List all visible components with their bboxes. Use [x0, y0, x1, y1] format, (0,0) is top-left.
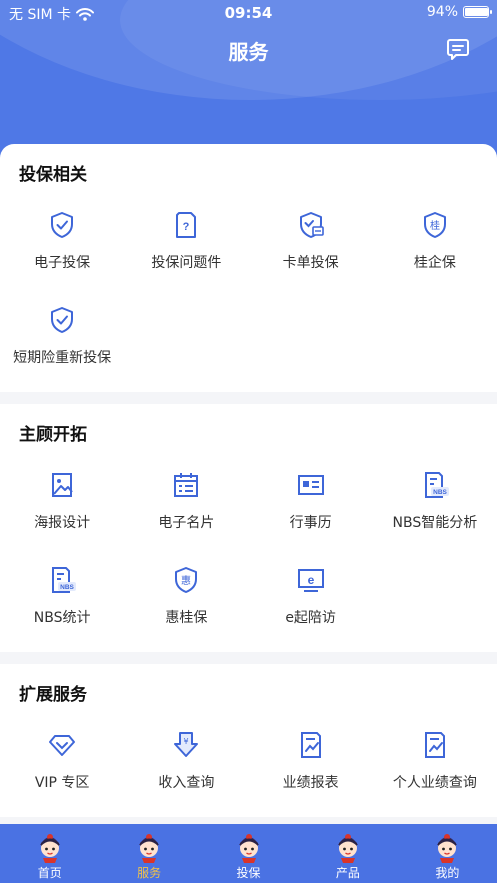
tab-services[interactable]: 服务: [99, 824, 198, 883]
report-icon: [296, 730, 326, 760]
shield-gui-icon: 桂: [420, 210, 450, 240]
income-icon: ¥: [171, 730, 201, 760]
service-item[interactable]: NBS NBS统计: [0, 551, 124, 646]
svg-text:惠: 惠: [181, 574, 191, 587]
shield-card-icon: [296, 210, 326, 240]
nbs-stats-icon: NBS: [47, 565, 77, 595]
tab-home[interactable]: 首页: [0, 824, 99, 883]
battery-icon: [463, 6, 492, 18]
svg-text:NBS: NBS: [433, 489, 447, 496]
service-item[interactable]: e e起陪访: [249, 551, 373, 646]
svg-text:NBS: NBS: [60, 584, 74, 591]
section-prospecting: 主顾开拓 海报设计 电子名片 行事历 NBS NBS智能分析 NBS NBS统计惠惠桂保 e e…: [0, 404, 497, 652]
tab-label: 首页: [37, 866, 62, 880]
tab-insure[interactable]: 投保: [199, 824, 298, 883]
service-item-label: 投保问题件: [151, 255, 222, 271]
personal-report-icon: [420, 730, 450, 760]
message-icon: [447, 39, 469, 60]
service-item[interactable]: 业绩报表: [249, 716, 373, 811]
service-item-label: 海报设计: [34, 515, 91, 531]
shield-hui-icon: 惠: [171, 565, 201, 595]
avatar-icon: [333, 831, 363, 863]
poster-icon: [47, 470, 77, 500]
service-item[interactable]: 卡单投保: [249, 196, 373, 291]
service-item-label: 电子名片: [158, 515, 215, 531]
avatar-icon: [432, 831, 462, 863]
battery-group: 94%: [426, 4, 492, 20]
service-item-label: 短期险重新投保: [13, 350, 112, 366]
nbs-report-icon: NBS: [420, 470, 450, 500]
service-item[interactable]: ? 投保问题件: [124, 196, 248, 291]
service-item-label: VIP 专区: [34, 775, 90, 791]
avatar-icon: [134, 831, 164, 863]
service-item-label: 收入查询: [158, 775, 215, 791]
diamond-icon: [47, 730, 77, 760]
service-item[interactable]: 电子投保: [0, 196, 124, 291]
service-item[interactable]: NBS NBS智能分析: [373, 456, 497, 551]
shield-check-icon: [47, 305, 77, 335]
section-title: 扩展服务: [19, 685, 87, 705]
service-item-label: NBS统计: [33, 610, 91, 626]
service-item-label: 电子投保: [34, 255, 91, 271]
shield-check-icon: [47, 210, 77, 240]
service-item[interactable]: 桂桂企保: [373, 196, 497, 291]
service-item[interactable]: 惠惠桂保: [124, 551, 248, 646]
page-title: 服务: [228, 40, 269, 64]
tab-mine[interactable]: 我的: [398, 824, 497, 883]
service-item-label: 卡单投保: [282, 255, 339, 271]
tab-products[interactable]: 产品: [298, 824, 397, 883]
service-item-label: 行事历: [289, 515, 332, 531]
tab-label: 我的: [435, 866, 460, 880]
tab-bar: 首页 服务 投保 产品 我的: [0, 824, 497, 883]
status-bar: 无 SIM 卡 09:54 94%: [0, 0, 497, 26]
service-item-label: e起陪访: [285, 610, 336, 626]
svg-text:¥: ¥: [184, 737, 189, 746]
svg-text:e: e: [307, 573, 314, 587]
section-insurance: 投保相关 电子投保? 投保问题件 卡单投保 桂桂企保 短期险重新投保: [0, 144, 497, 392]
avatar-icon: [35, 831, 65, 863]
tab-label: 产品: [335, 866, 360, 880]
services-list[interactable]: 投保相关 电子投保? 投保问题件 卡单投保 桂桂企保 短期险重新投保 主顾开拓 海报设计…: [0, 144, 497, 824]
service-item-label: 惠桂保: [165, 610, 208, 626]
clock: 09:54: [224, 4, 273, 22]
tab-label: 投保: [236, 866, 261, 880]
e-monitor-icon: e: [296, 565, 326, 595]
calendar-card-icon: [171, 470, 201, 500]
service-item[interactable]: 行事历: [249, 456, 373, 551]
tab-label: 服务: [137, 866, 162, 880]
service-item-label: 个人业绩查询: [392, 775, 477, 791]
section-title: 投保相关: [19, 165, 87, 185]
service-item-label: 业绩报表: [282, 775, 339, 791]
service-item[interactable]: 个人业绩查询: [373, 716, 497, 811]
svg-text:桂: 桂: [430, 219, 440, 232]
service-item[interactable]: VIP 专区: [0, 716, 124, 811]
service-item-label: NBS智能分析: [392, 515, 478, 531]
document-question-icon: ?: [171, 210, 201, 240]
service-item[interactable]: 电子名片: [124, 456, 248, 551]
section-title: 主顾开拓: [19, 425, 87, 445]
service-item-label: 桂企保: [413, 255, 456, 271]
svg-text:?: ?: [183, 221, 190, 233]
id-card-icon: [296, 470, 326, 500]
section-extended: 扩展服务 VIP 专区 ¥ 收入查询 业绩报表 个人业绩查询: [0, 664, 497, 817]
service-item[interactable]: 海报设计: [0, 456, 124, 551]
battery-percent: 94%: [426, 4, 458, 20]
avatar-icon: [234, 831, 264, 863]
service-item[interactable]: ¥ 收入查询: [124, 716, 248, 811]
service-item[interactable]: 短期险重新投保: [0, 291, 124, 386]
message-button[interactable]: [446, 37, 470, 61]
